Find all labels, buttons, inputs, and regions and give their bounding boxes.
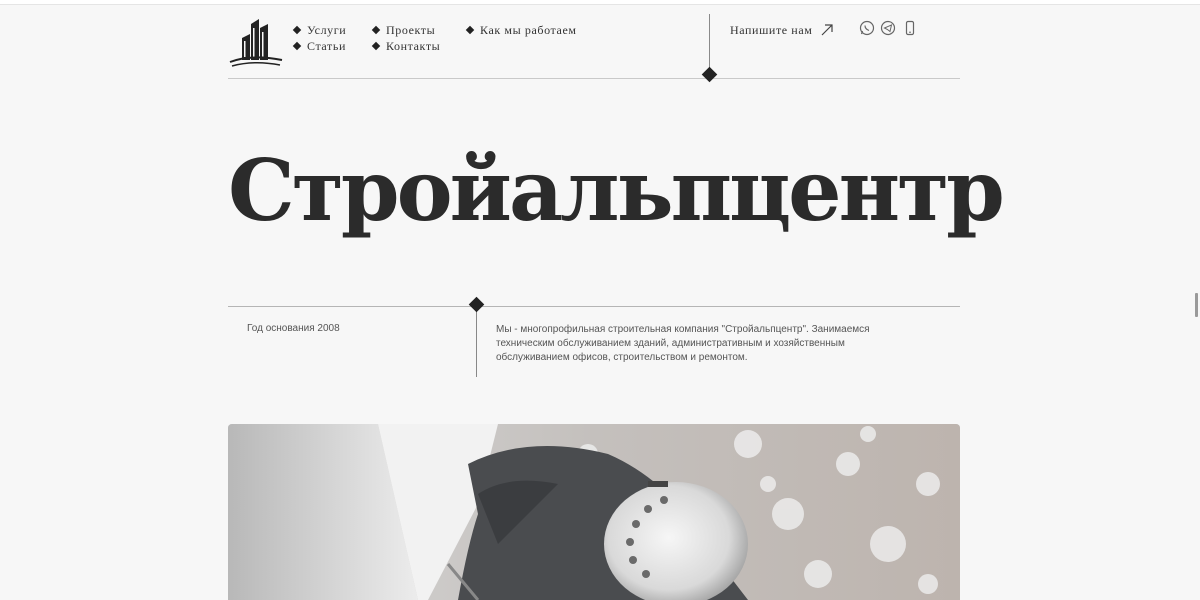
nav-item-articles[interactable]: Статьи [292, 39, 346, 54]
write-us-link[interactable]: Напишите нам [730, 23, 834, 38]
nav-item-projects[interactable]: Проекты [371, 23, 435, 38]
diamond-bullet-icon [292, 41, 302, 51]
founded-year-text: Год основания 2008 [247, 323, 340, 334]
company-description: Мы - многопрофильная строительная компан… [496, 324, 870, 363]
climber-with-helmet-photo [228, 424, 960, 600]
diamond-bullet-icon [465, 25, 475, 35]
hero-title: Стройальпцентр [228, 141, 1005, 240]
phone-icon[interactable] [902, 20, 918, 36]
nav-item-services[interactable]: Услуги [292, 23, 346, 38]
info-divider-line [228, 306, 960, 307]
header-diamond-ornament [701, 66, 718, 83]
info-diamond-ornament [468, 296, 485, 313]
info-vertical-divider [476, 307, 477, 377]
buildings-logo-icon[interactable] [228, 16, 284, 68]
whatsapp-icon[interactable] [859, 20, 875, 36]
climber-photo-illustration [228, 424, 960, 600]
diamond-bullet-icon [292, 25, 302, 35]
telegram-icon[interactable] [880, 20, 896, 36]
scrollbar-handle[interactable] [1195, 293, 1198, 317]
nav-item-contacts[interactable]: Контакты [371, 39, 440, 54]
diamond-bullet-icon [371, 25, 381, 35]
site-header: Услуги Статьи Проекты Контакты Как мы ра… [228, 0, 960, 83]
nav-item-how-we-work[interactable]: Как мы работаем [465, 23, 577, 38]
diamond-bullet-icon [371, 41, 381, 51]
arrow-up-right-icon [822, 24, 834, 36]
